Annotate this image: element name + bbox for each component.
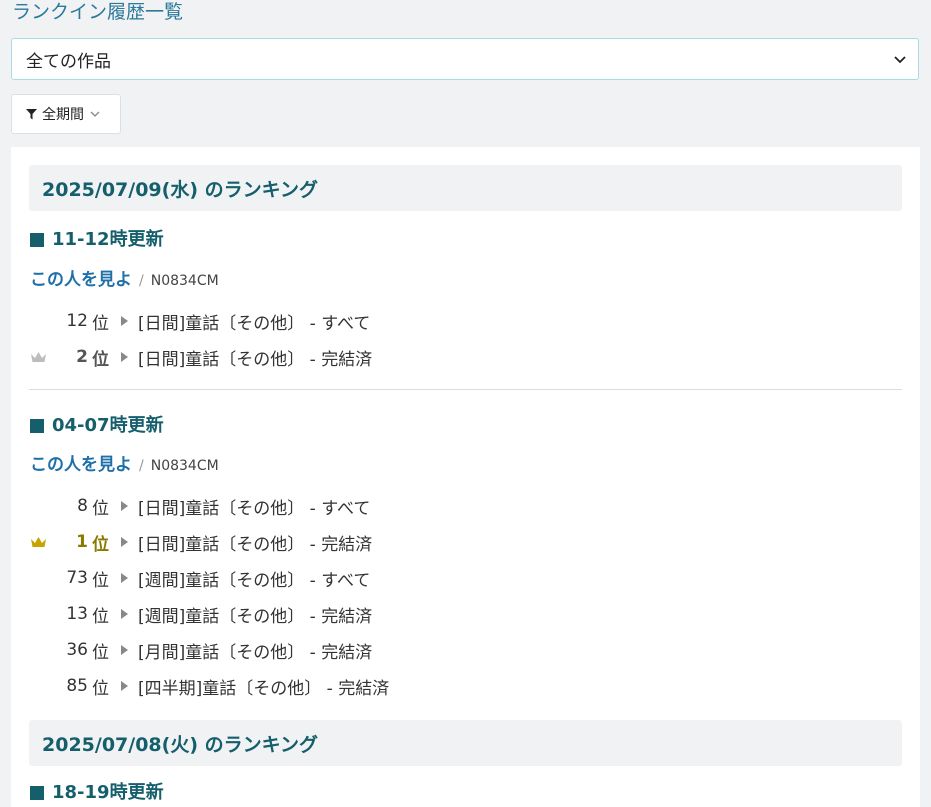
ranking-row: 8 位 [日間]童話〔その他〕 - すべて <box>30 494 371 519</box>
rank-unit: 位 <box>92 642 109 663</box>
rank-unit: 位 <box>92 349 109 370</box>
ranking-genre: [日間]童話〔その他〕 - すべて <box>138 313 371 334</box>
ranking-genre: [四半期]童話〔その他〕 - 完結済 <box>138 678 390 699</box>
work-select-value: 全ての作品 <box>26 51 111 72</box>
work-select[interactable]: 全ての作品 <box>11 38 919 80</box>
rank-number: 73 <box>66 568 88 588</box>
play-triangle-icon <box>121 681 128 691</box>
rank-number: 85 <box>66 676 88 696</box>
author-link[interactable]: この人を見よ <box>30 269 132 291</box>
rank-unit: 位 <box>92 498 109 519</box>
ranking-genre: [日間]童話〔その他〕 - 完結済 <box>138 349 373 370</box>
play-triangle-icon <box>121 501 128 511</box>
chevron-down-icon <box>894 56 906 64</box>
play-triangle-icon <box>121 609 128 619</box>
ranking-history-panel: 2025/07/09(水) のランキング 11-12時更新 この人を見よ / N… <box>11 147 920 807</box>
separator: / <box>139 273 144 289</box>
play-triangle-icon <box>121 645 128 655</box>
divider <box>29 389 902 390</box>
update-heading-label: 04-07時更新 <box>52 415 164 436</box>
author-link[interactable]: この人を見よ <box>30 454 132 476</box>
rank-number: 13 <box>66 604 88 624</box>
period-filter-button[interactable]: 全期間 <box>11 94 121 134</box>
ranking-row: 12 位 [日間]童話〔その他〕 - すべて <box>30 309 371 334</box>
rank-unit: 位 <box>92 570 109 591</box>
ranking-genre: [日間]童話〔その他〕 - すべて <box>138 498 371 519</box>
update-heading: 04-07時更新 <box>30 415 164 437</box>
ranking-genre: [週間]童話〔その他〕 - 完結済 <box>138 606 373 627</box>
author-line: この人を見よ / N0834CM <box>30 269 219 292</box>
rank-number: 12 <box>66 311 88 331</box>
ranking-genre: [週間]童話〔その他〕 - すべて <box>138 570 371 591</box>
rank-unit: 位 <box>92 313 109 334</box>
ranking-row: 73 位 [週間]童話〔その他〕 - すべて <box>30 566 371 591</box>
day-header: 2025/07/09(水) のランキング <box>29 165 902 211</box>
ranking-row: 36 位 [月間]童話〔その他〕 - 完結済 <box>30 638 373 663</box>
update-heading: 11-12時更新 <box>30 229 164 251</box>
update-heading-label: 18-19時更新 <box>52 782 164 803</box>
chevron-down-icon <box>90 111 100 117</box>
separator: / <box>139 458 144 474</box>
play-triangle-icon <box>121 352 128 362</box>
square-bullet-icon <box>30 233 44 247</box>
period-filter-label: 全期間 <box>42 107 84 123</box>
square-bullet-icon <box>30 786 44 800</box>
ranking-row: 85 位 [四半期]童話〔その他〕 - 完結済 <box>30 674 390 699</box>
play-triangle-icon <box>121 573 128 583</box>
rank-number: 1 <box>76 532 88 552</box>
rank-unit: 位 <box>92 606 109 627</box>
author-line: この人を見よ / N0834CM <box>30 454 219 477</box>
crown-icon <box>31 536 46 547</box>
update-heading-label: 11-12時更新 <box>52 229 164 250</box>
day-header: 2025/07/08(火) のランキング <box>29 720 902 766</box>
ranking-row: 2 位 [日間]童話〔その他〕 - 完結済 <box>30 345 373 370</box>
rank-unit: 位 <box>92 678 109 699</box>
update-heading: 18-19時更新 <box>30 782 164 804</box>
ranking-row: 1 位 [日間]童話〔その他〕 - 完結済 <box>30 530 373 555</box>
page-title: ランクイン履歴一覧 <box>12 1 184 23</box>
ranking-row: 13 位 [週間]童話〔その他〕 - 完結済 <box>30 602 373 627</box>
rank-number: 36 <box>66 640 88 660</box>
square-bullet-icon <box>30 419 44 433</box>
rank-unit: 位 <box>92 534 109 555</box>
ncode: N0834CM <box>150 458 219 474</box>
ncode: N0834CM <box>150 273 219 289</box>
play-triangle-icon <box>121 537 128 547</box>
filter-icon <box>26 108 37 119</box>
crown-icon <box>31 351 46 362</box>
rank-number: 2 <box>76 347 88 367</box>
rank-number: 8 <box>77 496 88 516</box>
play-triangle-icon <box>121 316 128 326</box>
ranking-genre: [日間]童話〔その他〕 - 完結済 <box>138 534 373 555</box>
ranking-genre: [月間]童話〔その他〕 - 完結済 <box>138 642 373 663</box>
